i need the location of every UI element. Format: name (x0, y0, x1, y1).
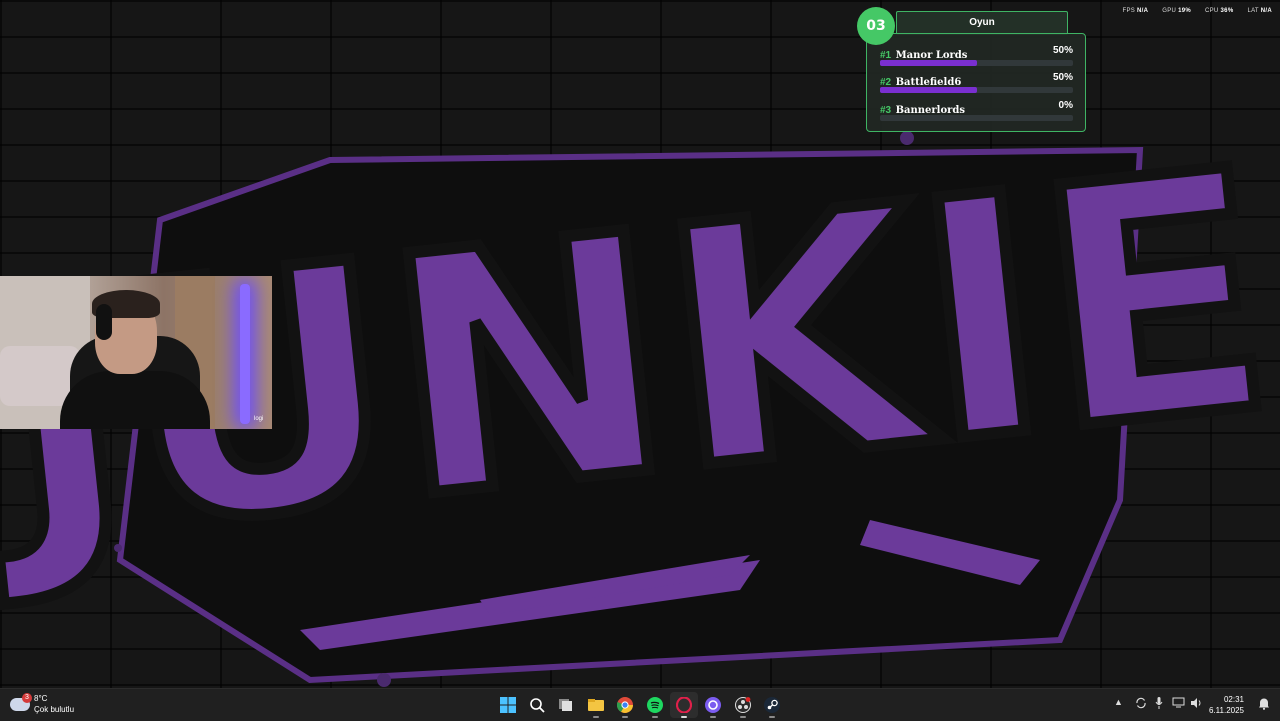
poll-option-percent: 0% (1058, 100, 1073, 111)
fps-stat: FPS N/A (1122, 8, 1149, 14)
microphone-icon[interactable] (1155, 697, 1163, 710)
poll-option-percent: 50% (1052, 45, 1073, 56)
spotify-icon (647, 697, 663, 713)
windows-start-icon (500, 697, 516, 713)
spotify-button[interactable] (641, 692, 669, 718)
discord-like-icon (705, 697, 721, 713)
obs-icon (735, 697, 751, 713)
cpu-stat: CPU 36% (1205, 8, 1234, 14)
weather-temperature: 8°C (34, 694, 48, 703)
latency-stat: LAT N/A (1247, 8, 1272, 14)
poll-option: #1 Manor Lords 50% (880, 45, 1073, 71)
webcam-overlay: logi (0, 276, 272, 429)
poll-option-percent: 50% (1052, 72, 1073, 83)
webcam-brand-label: logi (254, 416, 264, 422)
weather-notification-badge: 3 (22, 693, 32, 703)
sync-icon[interactable] (1135, 697, 1147, 709)
opera-gx-icon (676, 697, 692, 713)
poll-number-badge: 03 (857, 7, 895, 45)
volume-icon[interactable] (1190, 697, 1203, 709)
chrome-button[interactable] (611, 692, 639, 718)
streaming-app-button[interactable] (699, 692, 727, 718)
system-tray: ▲ 02:31 6.11.2025 (1112, 693, 1272, 717)
search-icon (530, 698, 545, 713)
search-button[interactable] (523, 692, 551, 718)
clock-time: 02:31 (1223, 695, 1244, 704)
opera-gx-button[interactable] (670, 692, 698, 718)
desktop: JUNKIE logi Oyun #1 Manor Lords 50% #2 B… (0, 0, 1280, 688)
obs-button[interactable] (729, 692, 757, 718)
poll-option-bar (880, 60, 1073, 66)
taskbar: 3 8°C Çok bulutlu ▲ 02:31 6.11.2025 (0, 688, 1280, 721)
steam-button[interactable] (758, 692, 786, 718)
show-hidden-icons-icon[interactable]: ▲ (1114, 697, 1123, 707)
poll-title: Oyun (896, 11, 1068, 35)
notification-bell-icon[interactable] (1258, 697, 1270, 710)
poll-body: #1 Manor Lords 50% #2 Battlefield6 50% #… (866, 33, 1086, 132)
headset (96, 304, 112, 340)
poll-option: #2 Battlefield6 50% (880, 72, 1073, 98)
poll-option: #3 Bannerlords 0% (880, 100, 1073, 126)
neon-light (240, 284, 250, 424)
clock[interactable]: 02:31 6.11.2025 (1209, 694, 1244, 716)
file-explorer-button[interactable] (582, 692, 610, 718)
task-view-icon (559, 699, 572, 711)
network-icon[interactable] (1172, 697, 1185, 709)
steam-icon (764, 697, 780, 713)
poll-option-bar (880, 87, 1073, 93)
chrome-icon (617, 697, 633, 713)
game-poll-widget: Oyun #1 Manor Lords 50% #2 Battlefield6 … (857, 7, 1086, 132)
clock-date: 6.11.2025 (1209, 706, 1244, 715)
poll-option-bar (880, 115, 1073, 121)
start-button[interactable] (494, 692, 522, 718)
task-view-button[interactable] (552, 692, 580, 718)
performance-overlay: FPS N/A GPU 19% CPU 36% LAT N/A (1110, 8, 1272, 14)
gpu-stat: GPU 19% (1162, 8, 1192, 14)
weather-condition: Çok bulutlu (34, 705, 75, 714)
file-explorer-icon (588, 699, 604, 711)
